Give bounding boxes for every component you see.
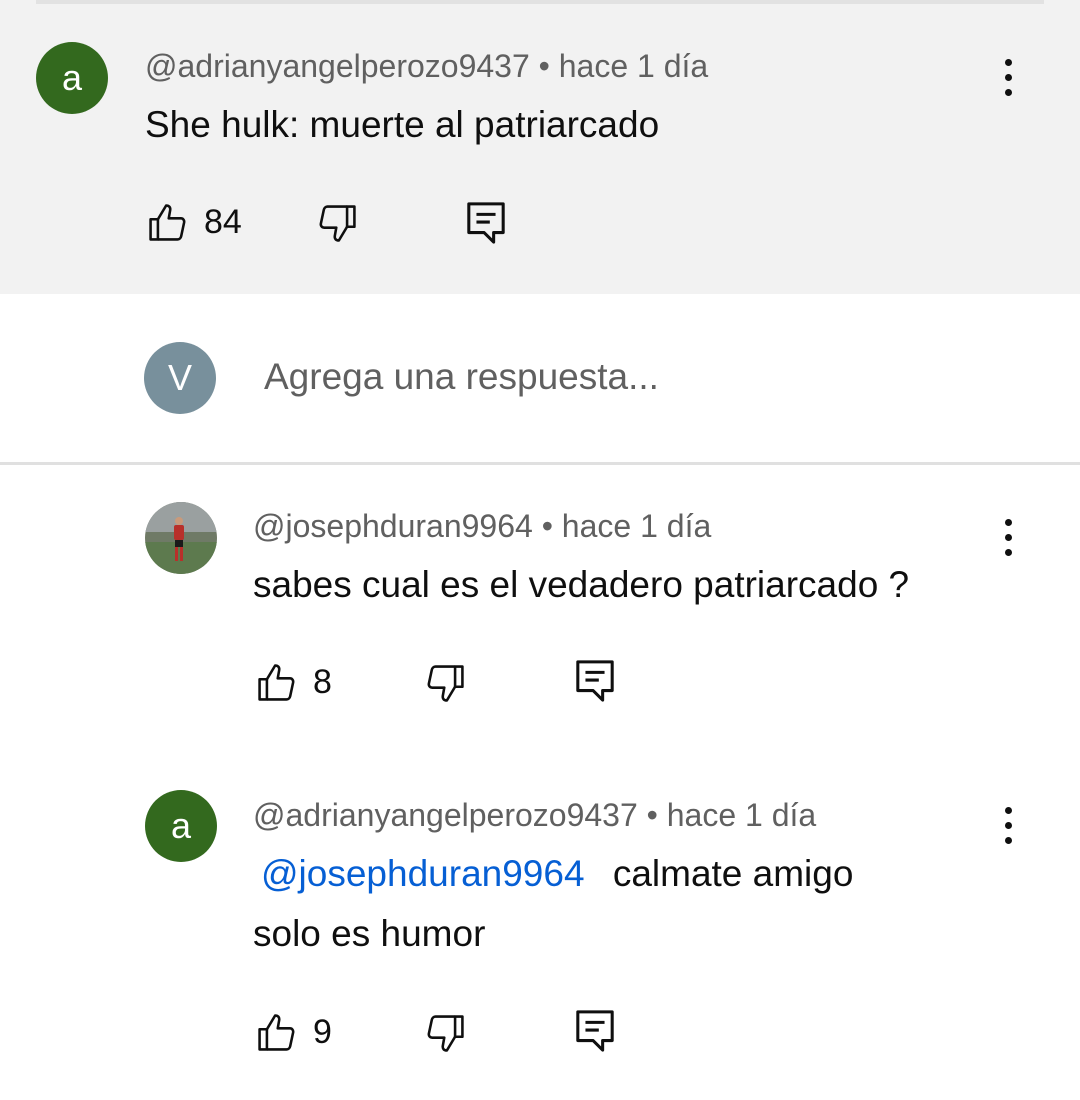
thumb-down-icon (427, 665, 464, 702)
more-vert-icon[interactable] (988, 800, 1028, 850)
comment-text: calmate amigo (612, 853, 854, 894)
avatar[interactable]: a (145, 790, 217, 862)
like-button[interactable]: 84 (146, 200, 242, 244)
avatar-letter: a (170, 805, 192, 846)
reply-comment-icon (576, 660, 614, 702)
thumb-up-icon (258, 664, 295, 701)
comment-text: sabes cual es el vedadero patriarcado ? (253, 564, 910, 605)
avatar-letter: a (61, 57, 83, 98)
reply-button[interactable] (465, 200, 507, 246)
comment-text: She hulk: muerte al patriarcado (145, 104, 660, 145)
comment-meta: @adrianyangelperozo9437 • hace 1 día (145, 48, 709, 84)
top-divider (36, 0, 1044, 4)
avatar-letter: V (167, 357, 192, 398)
comment-text-line1: @josephduran9964 calmate amigo (253, 853, 853, 895)
thumb-down-icon (319, 205, 356, 242)
section-divider (0, 462, 1080, 465)
thumb-down-icon (427, 1015, 464, 1052)
dislike-button[interactable] (423, 1012, 467, 1056)
reply-button[interactable] (574, 1008, 616, 1054)
reply-comment-icon (467, 202, 505, 244)
avatar[interactable]: a (36, 42, 108, 114)
avatar-photo (145, 502, 217, 574)
mention-link[interactable]: @josephduran9964 (261, 853, 585, 894)
user-avatar[interactable]: V (144, 342, 216, 414)
more-vert-icon[interactable] (988, 52, 1028, 102)
dislike-button[interactable] (423, 662, 467, 706)
like-button[interactable]: 9 (255, 1010, 332, 1054)
dislike-button[interactable] (315, 202, 359, 246)
avatar[interactable] (145, 502, 217, 574)
comment-meta: @adrianyangelperozo9437 • hace 1 día (253, 797, 817, 833)
comment-text-line2: solo es humor (253, 913, 486, 954)
thumb-up-icon (149, 204, 186, 241)
reply-comment-icon (576, 1010, 614, 1052)
parent-comment: a @adrianyangelperozo9437 • hace 1 día S… (0, 0, 1080, 294)
more-vert-icon[interactable] (988, 512, 1028, 562)
thumb-up-icon (258, 1014, 295, 1051)
reply-button[interactable] (574, 658, 616, 704)
like-count: 84 (204, 202, 242, 241)
comment-meta: @josephduran9964 • hace 1 día (253, 508, 712, 544)
like-button[interactable]: 8 (255, 660, 332, 704)
reply-input[interactable]: Agrega una respuesta... (264, 356, 659, 398)
like-count: 9 (313, 1012, 332, 1051)
like-count: 8 (313, 662, 332, 701)
